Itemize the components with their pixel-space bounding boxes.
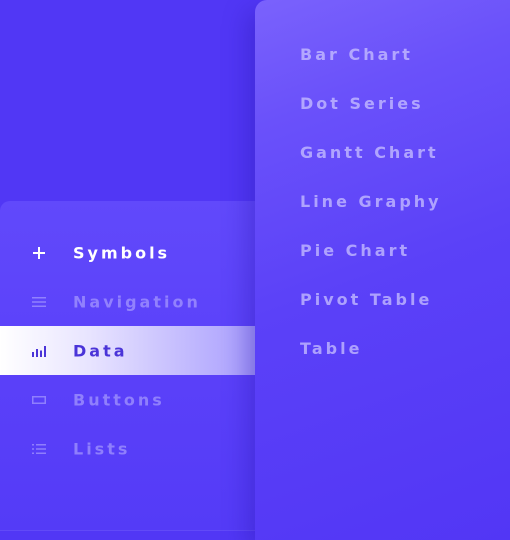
menu-item-buttons[interactable]: Buttons [0,375,255,424]
bar-chart-icon [31,343,47,359]
menu-item-label: Symbols [73,243,171,262]
menu-item-label: Navigation [73,292,201,311]
menu-item-lists[interactable]: Lists [0,424,255,473]
submenu-item-table[interactable]: Table [300,339,362,358]
submenu-item-line-graphy[interactable]: Line Graphy [300,192,442,211]
menu-item-navigation[interactable]: Navigation [0,277,255,326]
menu-item-data[interactable]: Data [0,326,255,375]
menu-item-label: Buttons [73,390,165,409]
submenu-item-pie-chart[interactable]: Pie Chart [300,241,410,260]
submenu-item-gantt-chart[interactable]: Gantt Chart [300,143,439,162]
menu-lines-icon [31,294,47,310]
submenu-item-bar-chart[interactable]: Bar Chart [300,45,413,64]
data-submenu-panel: Bar Chart Dot Series Gantt Chart Line Gr… [255,0,510,540]
menu-item-symbols[interactable]: Symbols [0,228,255,277]
menu-item-label: Lists [73,439,131,458]
menu-item-label: Data [73,341,128,360]
plus-icon [31,245,47,261]
left-menu-panel: Symbols Navigation Data Buttons Lists [0,201,275,531]
submenu-item-pivot-table[interactable]: Pivot Table [300,290,432,309]
submenu-item-dot-series[interactable]: Dot Series [300,94,424,113]
list-icon [31,441,47,457]
button-rect-icon [31,392,47,408]
